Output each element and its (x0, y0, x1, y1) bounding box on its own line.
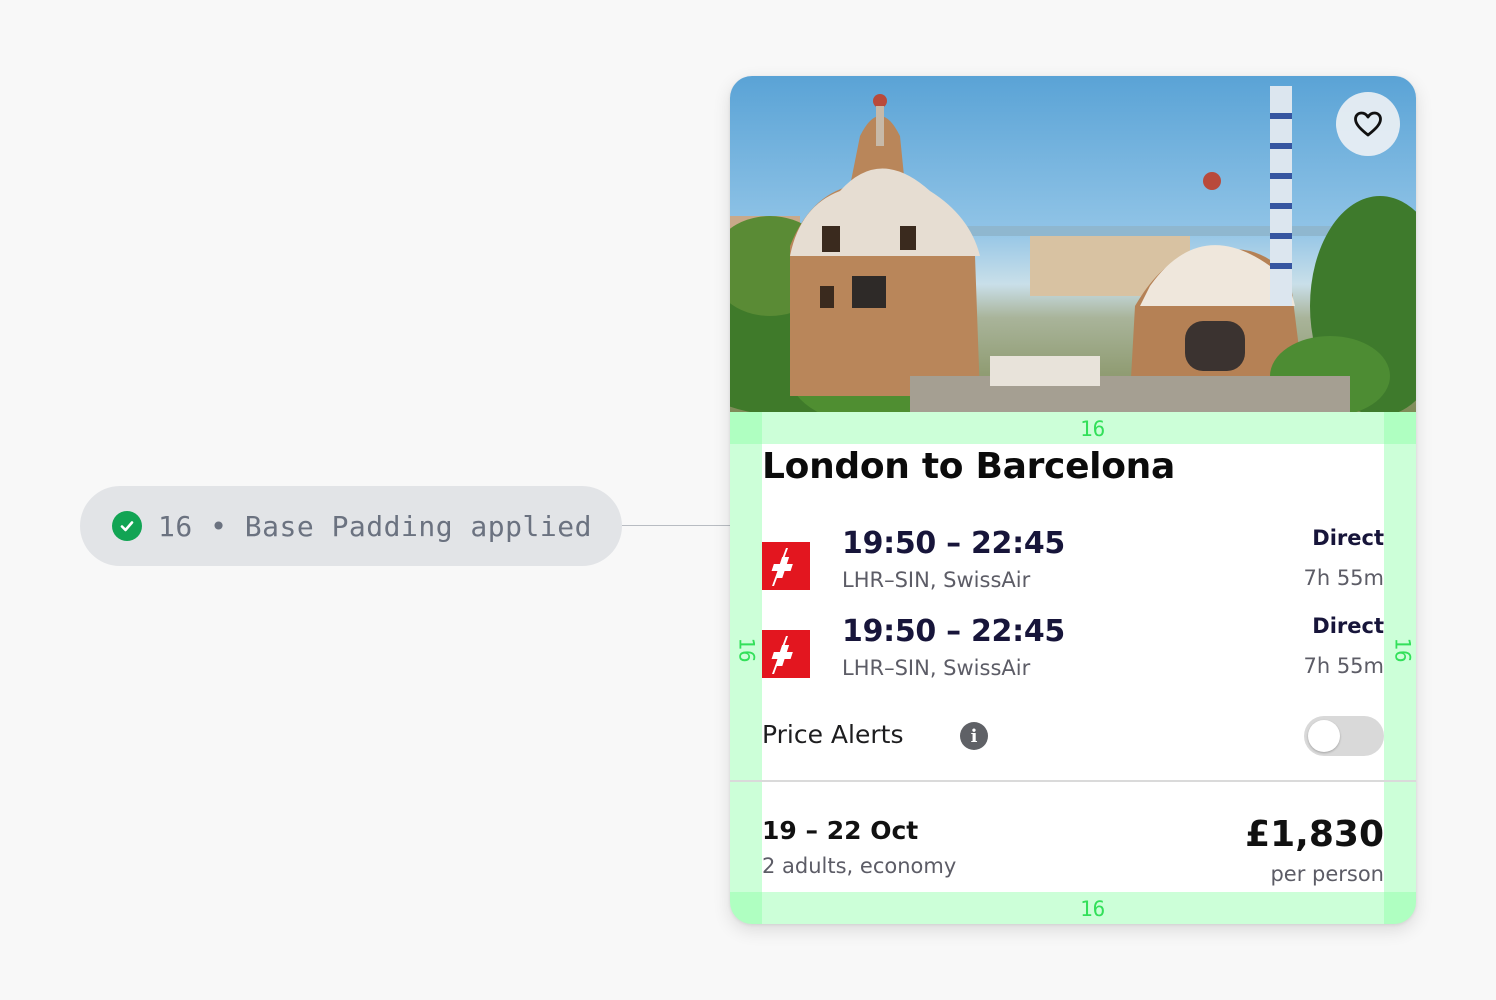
info-icon[interactable]: i (960, 722, 988, 750)
flight-row[interactable]: 19:50 – 22:45 LHR–SIN, SwissAir Direct 7… (762, 614, 1384, 684)
padding-label-bottom: 16 (1080, 897, 1106, 921)
padding-corner (1384, 892, 1416, 924)
flight-stops: Direct (1312, 614, 1384, 638)
annotation-text: 16 • Base Padding applied (158, 509, 592, 543)
trip-passengers: 2 adults, economy (762, 854, 957, 878)
flight-route: LHR–SIN, SwissAir (842, 568, 1031, 592)
padding-label-top: 16 (1080, 417, 1106, 441)
check-circle-icon (112, 511, 142, 541)
destination-image (730, 76, 1416, 412)
trip-dates: 19 – 22 Oct (762, 816, 919, 845)
padding-corner (1384, 412, 1416, 444)
price-alerts-row: Price Alerts i (762, 716, 1384, 756)
padding-overlay-top (730, 412, 1416, 444)
trip-title: London to Barcelona (762, 446, 1175, 487)
favourite-button[interactable] (1336, 92, 1400, 156)
flight-route: LHR–SIN, SwissAir (842, 656, 1031, 680)
price-alerts-label: Price Alerts (762, 720, 904, 749)
flight-duration: 7h 55m (1303, 566, 1384, 590)
flight-row[interactable]: 19:50 – 22:45 LHR–SIN, SwissAir Direct 7… (762, 526, 1384, 596)
padding-corner (730, 892, 762, 924)
annotation-connector-line (622, 525, 744, 526)
padding-overlay-left (730, 444, 762, 892)
padding-overlay-right (1384, 444, 1416, 892)
swissair-logo-icon (762, 630, 810, 678)
padding-label-left: 16 (734, 637, 759, 663)
flight-times: 19:50 – 22:45 (842, 614, 1065, 649)
flight-card[interactable]: 16 16 16 16 London to Barcelona 19:50 – … (730, 76, 1416, 924)
toggle-knob (1308, 720, 1340, 752)
trip-price: £1,830 (1245, 814, 1384, 855)
divider (730, 780, 1416, 782)
padding-annotation-pill: 16 • Base Padding applied (80, 486, 622, 566)
flight-stops: Direct (1312, 526, 1384, 550)
padding-overlay-bottom (730, 892, 1416, 924)
padding-label-right: 16 (1390, 637, 1415, 663)
swissair-logo-icon (762, 542, 810, 590)
price-unit: per person (1270, 862, 1384, 886)
price-alerts-toggle[interactable] (1304, 716, 1384, 756)
heart-icon (1354, 111, 1382, 137)
flight-times: 19:50 – 22:45 (842, 526, 1065, 561)
flight-duration: 7h 55m (1303, 654, 1384, 678)
padding-corner (730, 412, 762, 444)
